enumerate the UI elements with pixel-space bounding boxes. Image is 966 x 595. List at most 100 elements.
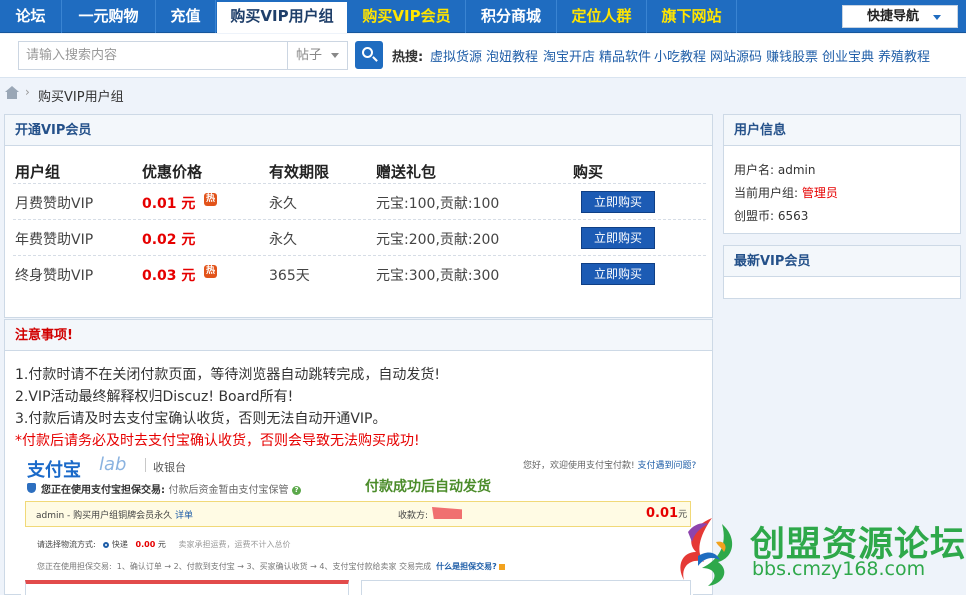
home-icon[interactable] xyxy=(5,86,19,99)
alipay-guarantee-sub: 付款后资金暂由支付宝保管 xyxy=(168,485,289,496)
search-input[interactable]: 请输入搜索内容 帖子 xyxy=(18,41,348,70)
vip-purchase-panel: 开通VIP会员 用户组 优惠价格 有效期限 赠送礼包 购买 月费赞助VIP 0.… xyxy=(4,114,713,318)
search-scope-label: 帖子 xyxy=(296,48,323,63)
alipay-steps: 您正在使用担保交易: 1、确认订单 → 2、付款到支付宝 → 3、买家确认收货 … xyxy=(37,561,506,572)
alipay-help-link: 支付遇到问题? xyxy=(637,461,697,471)
alipay-welcome: 您好，欢迎使用支付宝付款! 支付遇到问题? xyxy=(523,458,696,471)
alipay-order-text: admin - 购买用户组铜牌会员永久 xyxy=(36,511,173,521)
hot-search-label: 热搜: xyxy=(392,50,424,65)
alipay-guarantee-text: 您正在使用支付宝担保交易: xyxy=(41,485,165,496)
hot-link[interactable]: 虚拟货源 xyxy=(430,46,482,65)
alipay-steps-link: 什么是担保交易? xyxy=(436,562,497,571)
buy-now-button[interactable]: 立即购买 xyxy=(581,227,655,249)
row-period: 365天 xyxy=(269,268,310,284)
alipay-guarantee: 您正在使用支付宝担保交易: 付款后资金暂由支付宝保管 ? xyxy=(41,481,301,496)
hot-link[interactable]: 网站源码 xyxy=(710,46,762,65)
search-button[interactable] xyxy=(355,41,383,69)
nav-item-buy-vip-group[interactable]: 购买VIP用户组 xyxy=(217,2,347,33)
table-row: 终身赞助VIP 0.03 元 热 365天 元宝:300,贡献:300 立即购买 xyxy=(13,255,706,291)
alipay-ship-note: 卖家承担运费，运费不计入总价 xyxy=(178,540,291,549)
watermark-url: bbs.cmzy168.com xyxy=(752,558,926,580)
column-header-period: 有效期限 xyxy=(269,163,330,181)
search-icon-handle xyxy=(372,56,378,62)
user-info-username: 用户名: admin xyxy=(734,161,815,178)
chevron-down-icon xyxy=(331,53,339,58)
row-price: 0.01 元 xyxy=(142,196,196,212)
nav-item-target-crowd[interactable]: 定位人群 xyxy=(557,0,647,33)
nav-item-buy-vip-member[interactable]: 购买VIP会员 xyxy=(348,0,466,33)
nav-item-points-mall[interactable]: 积分商城 xyxy=(466,0,557,33)
notice-title: 注意事项! xyxy=(5,320,712,351)
help-icon: ? xyxy=(291,485,301,495)
table-row: 年费赞助VIP 0.02 元 永久 元宝:200,贡献:200 立即购买 xyxy=(13,219,706,255)
hot-link[interactable]: 养殖教程 xyxy=(878,46,930,65)
buy-now-button[interactable]: 立即购买 xyxy=(581,263,655,285)
alipay-ship-label: 请选择物流方式: xyxy=(37,540,96,549)
user-info-panel: 用户信息 用户名: admin 当前用户组: 管理员 创盟币: 6563 xyxy=(723,114,961,234)
row-period: 永久 xyxy=(269,232,297,248)
user-info-coins: 创盟币: 6563 xyxy=(734,207,808,224)
hot-link[interactable]: 小吃教程 xyxy=(654,46,706,65)
notice-line: 3.付款后请及时去支付宝确认收货，否则无法自动开通VIP。 xyxy=(15,411,387,427)
hot-badge: 热 xyxy=(204,193,217,206)
group-label: 当前用户组: xyxy=(734,186,799,200)
row-price: 0.03 元 xyxy=(142,268,196,284)
table-row: 月费赞助VIP 0.01 元 热 永久 元宝:100,贡献:100 立即购买 xyxy=(13,183,706,219)
hot-link[interactable]: 精品软件 xyxy=(599,46,651,65)
alipay-cashier-label: 收银台 xyxy=(153,461,186,474)
hot-link[interactable]: 赚钱股票 xyxy=(766,46,818,65)
nav-item-recharge[interactable]: 充值 xyxy=(156,0,216,33)
alipay-steps-label: 您正在使用担保交易: xyxy=(37,562,112,571)
alipay-logo: 支付宝 xyxy=(27,460,81,481)
hot-badge: 热 xyxy=(204,265,217,278)
row-group: 终身赞助VIP xyxy=(15,268,94,284)
alipay-ship-option: 快递 xyxy=(111,540,128,549)
nav-item-our-sites[interactable]: 旗下网站 xyxy=(647,0,737,33)
search-scope-select[interactable]: 帖子 xyxy=(287,42,347,69)
row-gift: 元宝:300,贡献:300 xyxy=(376,268,500,284)
shield-icon xyxy=(27,483,36,493)
coins-value: 6563 xyxy=(777,209,809,223)
site-watermark: 创盟资源论坛 bbs.cmzy168.com xyxy=(672,510,966,595)
buy-now-button[interactable]: 立即购买 xyxy=(581,191,655,213)
notice-panel: 注意事项! 1.付款时请不在关闭付款页面，等待浏览器自动跳转完成，自动发货! 2… xyxy=(4,319,713,595)
hot-link[interactable]: 泡妞教程 xyxy=(486,46,538,65)
chevron-down-icon xyxy=(933,15,941,20)
username-value: admin xyxy=(777,163,816,177)
row-period: 永久 xyxy=(269,196,297,212)
watermark-logo-icon xyxy=(680,518,733,586)
breadcrumb: › 购买VIP用户组 xyxy=(0,79,966,109)
search-bar: 请输入搜索内容 帖子 热搜: 虚拟货源 泡妞教程 淘宝开店 精品软件 小吃教程 … xyxy=(0,34,966,78)
coins-label: 创盟币: xyxy=(734,209,775,223)
alipay-order-info: admin - 购买用户组铜牌会员永久 详单 xyxy=(36,508,193,521)
user-info-title: 用户信息 xyxy=(724,115,960,146)
notice-warning: *付款后请务必及时去支付宝确认收货，否则会导致无法购买成功! xyxy=(15,433,420,449)
username-label: 用户名: xyxy=(734,163,775,177)
quick-nav-dropdown[interactable]: 快捷导航 xyxy=(842,5,958,28)
column-header-price: 优惠价格 xyxy=(142,163,203,181)
nav-item-forum[interactable]: 论坛 xyxy=(0,0,62,33)
alipay-steps-text: 1、确认订单 → 2、付款到支付宝 → 3、买家确认收货 → 4、支付宝付款给卖… xyxy=(116,562,432,571)
flag-icon xyxy=(499,563,506,570)
alipay-welcome-text: 您好，欢迎使用支付宝付款! xyxy=(523,461,635,471)
breadcrumb-current[interactable]: 购买VIP用户组 xyxy=(38,86,124,105)
search-icon xyxy=(362,47,373,58)
alipay-screenshot: 支付宝 lab 收银台 您好，欢迎使用支付宝付款! 支付遇到问题? 您正在使用支… xyxy=(21,450,696,595)
row-price: 0.02 元 xyxy=(142,232,196,248)
hot-link[interactable]: 淘宝开店 xyxy=(543,46,595,65)
alipay-ship-unit: 元 xyxy=(157,540,166,549)
hot-link[interactable]: 创业宝典 xyxy=(822,46,874,65)
latest-vip-title: 最新VIP会员 xyxy=(724,246,960,277)
latest-vip-panel: 最新VIP会员 xyxy=(723,245,961,299)
user-info-group: 当前用户组: 管理员 xyxy=(734,184,838,201)
quick-nav-label: 快捷导航 xyxy=(867,9,920,24)
redacted-tag xyxy=(432,507,462,519)
breadcrumb-separator: › xyxy=(25,85,30,99)
alipay-payee-label: 收款方: xyxy=(398,511,429,521)
row-gift: 元宝:100,贡献:100 xyxy=(376,196,500,212)
column-header-gift: 赠送礼包 xyxy=(376,163,437,181)
notice-line: 2.VIP活动最终解释权归Discuz! Board所有! xyxy=(15,389,294,405)
nav-item-one-yuan-shop[interactable]: 一元购物 xyxy=(62,0,156,33)
radio-icon xyxy=(103,541,110,548)
alipay-shipping: 请选择物流方式: 快递 0.00 元 卖家承担运费，运费不计入总价 xyxy=(37,539,291,550)
